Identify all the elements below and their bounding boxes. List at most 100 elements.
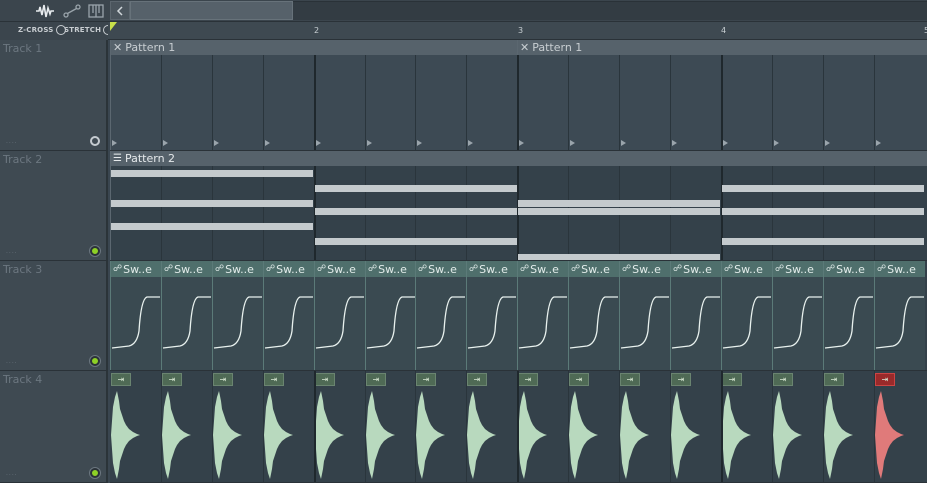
clip-header[interactable]: ☍ Sw..e [722, 261, 772, 277]
audio-clip[interactable]: ⇥ [721, 371, 772, 482]
audio-clip[interactable]: ⇥ [415, 371, 466, 482]
track-header-3[interactable]: Track 3 ···· [0, 261, 108, 371]
clip-header[interactable]: ☍ Sw..e [467, 261, 517, 277]
audio-clip-icon[interactable]: ⇥ [162, 373, 182, 386]
note[interactable] [111, 223, 313, 230]
clip-header[interactable]: ☰ Pattern 2 [111, 151, 927, 166]
audio-clip-icon[interactable]: ⇥ [569, 373, 589, 386]
clip-header[interactable]: ☍ Sw..e [213, 261, 263, 277]
clip-header[interactable]: ✕ Pattern 1 [111, 40, 517, 55]
automation-clip[interactable]: ☍ Sw..e [161, 261, 212, 370]
audio-clip[interactable]: ⇥ [161, 371, 212, 482]
clip-header[interactable]: ☍ Sw..e [671, 261, 721, 277]
audio-clip[interactable]: ⇥ [619, 371, 670, 482]
clip-header[interactable]: ✕ Pattern 1 [518, 40, 927, 55]
piano-icon[interactable] [86, 2, 106, 20]
playhead-marker[interactable] [110, 22, 117, 31]
automation-clip[interactable]: ☍ Sw..e [415, 261, 466, 370]
automation-clip[interactable]: ☍ Sw..e [110, 261, 161, 370]
audio-clip[interactable]: ⇥ [517, 371, 568, 482]
audio-clip-icon[interactable]: ⇥ [467, 373, 487, 386]
audio-clip[interactable]: ⇥ [263, 371, 314, 482]
note[interactable] [722, 185, 924, 192]
note[interactable] [518, 200, 720, 207]
audio-clip[interactable]: ⇥ [110, 371, 161, 482]
note[interactable] [111, 200, 313, 207]
clip-header[interactable]: ☍ Sw..e [416, 261, 466, 277]
audio-clip-icon[interactable]: ⇥ [315, 373, 335, 386]
automation-clip[interactable]: ☍ Sw..e [314, 261, 365, 370]
audio-clip[interactable]: ⇥ [365, 371, 416, 482]
audio-clip-icon[interactable]: ⇥ [111, 373, 131, 386]
audio-clip[interactable]: ⇥ [466, 371, 517, 482]
automation-clip[interactable]: ☍ Sw..e [619, 261, 670, 370]
automation-clip[interactable]: ☍ Sw..e [212, 261, 263, 370]
audio-clip-icon[interactable]: ⇥ [875, 373, 895, 386]
automation-clip[interactable]: ☍ Sw..e [365, 261, 416, 370]
track-lane-1[interactable]: ✕ Pattern 1 ✕ Pattern 1 [110, 40, 927, 151]
automation-clip[interactable]: ☍ Sw..e [517, 261, 568, 370]
horizontal-scrollbar-thumb[interactable] [130, 1, 293, 20]
stretch-toggle[interactable]: STRETCH [64, 25, 114, 35]
audio-clip-icon[interactable]: ⇥ [366, 373, 386, 386]
audio-clip-icon[interactable]: ⇥ [518, 373, 538, 386]
clip-header[interactable]: ☍ Sw..e [824, 261, 874, 277]
note[interactable] [722, 208, 924, 215]
track-header-1[interactable]: Track 1 ···· [0, 40, 108, 151]
automation-clip[interactable]: ☍ Sw..e [772, 261, 823, 370]
audio-clip-icon[interactable]: ⇥ [824, 373, 844, 386]
audio-clip-icon[interactable]: ⇥ [773, 373, 793, 386]
audio-clip[interactable]: ⇥ [314, 371, 365, 482]
automation-clip[interactable]: ☍ Sw..e [721, 261, 772, 370]
clip-header[interactable]: ☍ Sw..e [569, 261, 619, 277]
clip-header[interactable]: ☍ Sw..e [518, 261, 568, 277]
z-cross-toggle[interactable]: Z-CROSS [18, 25, 66, 35]
automation-clip[interactable]: ☍ Sw..e [874, 261, 925, 370]
audio-clip-icon[interactable]: ⇥ [416, 373, 436, 386]
track-enable-button[interactable] [90, 356, 100, 366]
track-enable-button[interactable] [90, 246, 100, 256]
track-header-4[interactable]: Track 4 ···· [0, 371, 108, 483]
clip-header[interactable]: ☍ Sw..e [773, 261, 823, 277]
horizontal-scrollbar-track[interactable] [293, 1, 927, 20]
track-lane-3[interactable]: ☍ Sw..e ☍ Sw..e ☍ Sw..e ☍ Sw..e ☍ Sw..e ☍ Sw..e ☍ Sw.… [110, 261, 927, 371]
audio-clip[interactable]: ⇥ [823, 371, 874, 482]
audio-clip-icon[interactable]: ⇥ [264, 373, 284, 386]
clip-header[interactable]: ☍ Sw..e [111, 261, 161, 277]
timeline-ruler[interactable]: 2 3 4 5 [108, 22, 927, 40]
track-lane-2[interactable]: ☰ Pattern 2 [110, 151, 927, 261]
clip-header[interactable]: ☍ Sw..e [875, 261, 925, 277]
track-header-2[interactable]: Track 2 ···· [0, 151, 108, 261]
waveform-icon[interactable] [34, 2, 56, 20]
audio-clip-icon[interactable]: ⇥ [671, 373, 691, 386]
note[interactable] [315, 208, 517, 215]
note[interactable] [315, 238, 517, 245]
audio-clip[interactable]: ⇥ [874, 371, 925, 482]
automation-clip[interactable]: ☍ Sw..e [823, 261, 874, 370]
clip-header[interactable]: ☍ Sw..e [620, 261, 670, 277]
automation-clip[interactable]: ☍ Sw..e [670, 261, 721, 370]
clip-header[interactable]: ☍ Sw..e [264, 261, 314, 277]
automation-clip[interactable]: ☍ Sw..e [466, 261, 517, 370]
audio-clip-icon[interactable]: ⇥ [213, 373, 233, 386]
audio-clip[interactable]: ⇥ [212, 371, 263, 482]
audio-clip[interactable]: ⇥ [772, 371, 823, 482]
track-enable-button[interactable] [90, 468, 100, 478]
audio-clip-icon[interactable]: ⇥ [620, 373, 640, 386]
note[interactable] [315, 185, 517, 192]
track-lane-4[interactable]: ⇥ ⇥ ⇥ ⇥ ⇥ ⇥ ⇥ ⇥ ⇥ ⇥ ⇥ ⇥ ⇥ ⇥ ⇥ ⇥ [110, 371, 927, 483]
audio-clip[interactable]: ⇥ [568, 371, 619, 482]
clip-header[interactable]: ☍ Sw..e [315, 261, 365, 277]
note[interactable] [722, 238, 924, 245]
note[interactable] [111, 170, 313, 177]
automation-icon[interactable] [62, 2, 82, 20]
note[interactable] [518, 254, 720, 260]
track-enable-button[interactable] [90, 136, 100, 146]
audio-clip-icon[interactable]: ⇥ [722, 373, 742, 386]
automation-clip[interactable]: ☍ Sw..e [568, 261, 619, 370]
chevron-left-icon[interactable] [110, 1, 130, 20]
clip-header[interactable]: ☍ Sw..e [162, 261, 212, 277]
note[interactable] [518, 208, 720, 215]
audio-clip[interactable]: ⇥ [670, 371, 721, 482]
clip-header[interactable]: ☍ Sw..e [366, 261, 416, 277]
